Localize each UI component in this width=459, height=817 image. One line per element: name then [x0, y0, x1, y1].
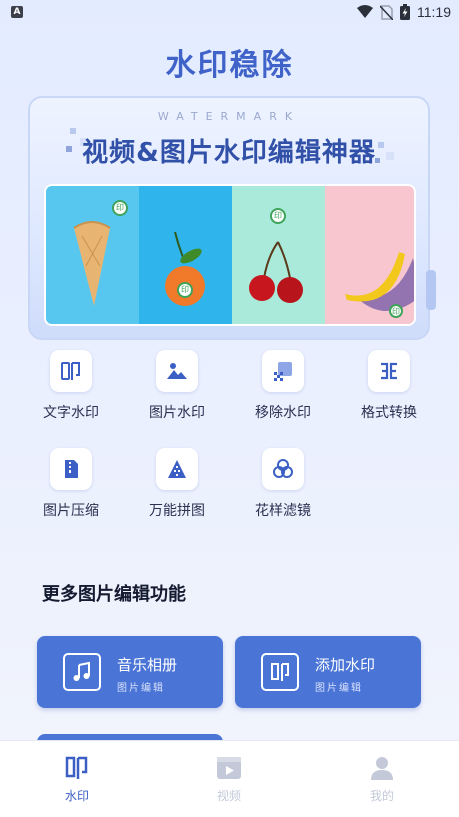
banner-title: 视频&图片水印编辑神器 [82, 138, 376, 168]
format-convert-icon [368, 350, 410, 392]
nav-item-watermark[interactable]: 水印 [37, 753, 117, 804]
remove-watermark-icon [262, 350, 304, 392]
nav-item-video[interactable]: 视频 [189, 753, 269, 804]
no-sim-icon [380, 4, 393, 20]
tool-format-convert[interactable]: 格式转换 [336, 350, 442, 422]
card-subtitle: 图片编辑 [117, 683, 165, 694]
tool-collage[interactable]: 万能拼图 [124, 448, 230, 520]
image-watermark-icon [156, 350, 198, 392]
photo-cherries: 印 [232, 186, 325, 324]
collage-icon [156, 448, 198, 490]
tool-label: 文字水印 [43, 405, 99, 421]
tool-label: 万能拼图 [149, 503, 205, 519]
card-subtitle: 图片编辑 [315, 683, 363, 694]
tool-label: 格式转换 [361, 405, 417, 421]
watermark-badge: 印 [177, 282, 193, 298]
music-note-icon [63, 653, 101, 691]
photo-orange: 印 [139, 186, 232, 324]
watermark-badge: 印 [389, 304, 403, 318]
tool-label: 移除水印 [255, 405, 311, 421]
stamp-icon [261, 653, 299, 691]
user-icon [342, 753, 422, 783]
clock: 11:19 [417, 4, 451, 20]
tool-compress[interactable]: 图片压缩 [18, 448, 124, 520]
card-title: 音乐相册 [117, 656, 178, 674]
app-title: 水印稳除 [165, 48, 294, 83]
photo-ice-cream: 印 [46, 186, 139, 324]
photo-banana: 印 [325, 186, 414, 324]
banner-side-tab [426, 270, 436, 310]
text-watermark-icon [50, 350, 92, 392]
nav-label: 我的 [369, 789, 394, 803]
tool-label: 图片水印 [149, 405, 205, 421]
card-title: 添加水印 [315, 656, 376, 674]
orange-illustration [165, 231, 205, 306]
banner-subtitle: WATERMARK [157, 110, 301, 123]
cherries-illustration [249, 241, 303, 303]
banana-illustration [345, 252, 414, 311]
tool-label: 图片压缩 [43, 503, 99, 519]
promo-banner[interactable]: WATERMARK 视频&图片水印编辑神器 印 印 印 印 [28, 96, 436, 340]
card-add-watermark[interactable]: 添加水印 图片编辑 [235, 636, 421, 708]
watermark-badge: 印 [112, 200, 128, 216]
tool-text-watermark[interactable]: 文字水印 [18, 350, 124, 422]
tool-filter[interactable]: 花样滤镜 [230, 448, 336, 520]
wifi-icon [357, 5, 373, 18]
nav-item-profile[interactable]: 我的 [342, 753, 422, 804]
status-icons: 11:19 [357, 4, 451, 20]
nav-label: 视频 [216, 789, 241, 803]
filter-icon [262, 448, 304, 490]
bottom-nav: 水印 视频 我的 [0, 740, 459, 817]
nav-label: 水印 [64, 789, 89, 803]
video-icon [189, 753, 269, 783]
status-bar: A 11:19 [0, 0, 459, 26]
card-music-album[interactable]: 音乐相册 图片编辑 [37, 636, 223, 708]
tool-label: 花样滤镜 [255, 503, 311, 519]
tool-remove-watermark[interactable]: 移除水印 [230, 350, 336, 422]
section-title: 更多图片编辑功能 [42, 584, 186, 605]
notification-icon: A [11, 6, 23, 18]
photo-strip: 印 印 印 印 [44, 184, 416, 326]
stamp-icon [37, 753, 117, 783]
tool-image-watermark[interactable]: 图片水印 [124, 350, 230, 422]
battery-charging-icon [400, 4, 410, 20]
watermark-badge: 印 [270, 208, 286, 224]
compress-icon [50, 448, 92, 490]
